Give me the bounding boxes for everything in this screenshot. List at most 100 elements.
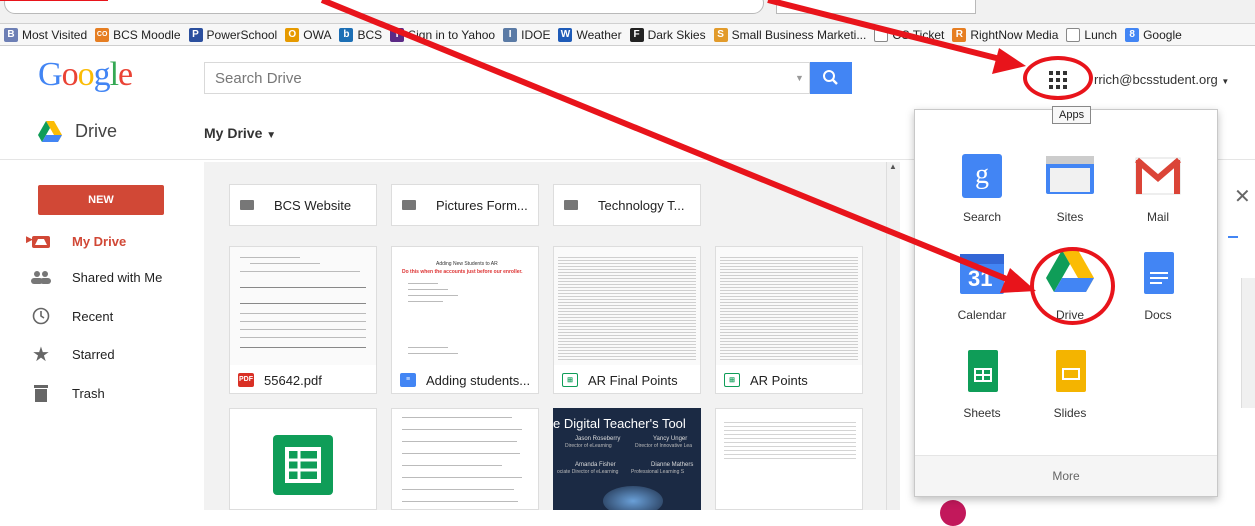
bookmark-google[interactable]: 8 Google [1125,27,1182,42]
bookmark-icon: CO [95,27,110,42]
sidebar-item-label: Shared with Me [72,269,163,285]
sidebar-item-starred[interactable]: ★ Starred [30,343,115,366]
bookmark-label: Small Business Marketi... [731,27,867,42]
location-dropdown[interactable]: My Drive ▼ [204,125,276,141]
sidebar-item-recent[interactable]: Recent [30,305,113,327]
bookmark-icon: S [713,27,728,42]
more-apps-button[interactable]: More [915,455,1217,496]
file-name: AR Final Points [588,372,678,388]
people-icon [30,270,52,284]
apps-tooltip: Apps [1052,106,1092,124]
bookmark-label: Sign in to Yahoo [408,27,496,42]
file-card[interactable]: Adding New Students to AR Do this when t… [391,246,539,394]
bookmarks-bar: B Most Visited CO BCS Moodle P PowerSchool … [0,24,1255,46]
slide-title: e Digital Teacher's Tool [553,416,686,431]
file-card[interactable]: ⊞ AR Final Points [553,246,701,394]
search-icon [823,70,838,85]
app-label: Slides [1053,406,1087,420]
bookmark-label: RightNow Media [970,27,1059,42]
browser-search-box[interactable] [776,0,976,14]
search-input[interactable]: Search Drive ▼ [204,62,810,94]
bookmark-bcs[interactable]: b BCS [339,27,383,42]
file-name-row: ⊞ AR Points [724,367,808,393]
slides-icon [1046,348,1094,396]
app-sheets[interactable]: Sheets [933,336,1031,434]
bookmark-powerschool[interactable]: P PowerSchool [188,27,278,42]
app-slides[interactable]: Slides [1021,336,1119,434]
file-card[interactable] [229,408,377,510]
folder-item[interactable]: Technology T... [553,184,701,226]
address-bar[interactable] [4,0,764,14]
app-label: Sites [1056,210,1084,224]
slide-person: Yancy Unger [653,436,688,442]
sites-icon [1046,152,1094,200]
bookmark-bcs-moodle[interactable]: CO BCS Moodle [95,27,181,42]
file-card[interactable]: PDF 55642.pdf [229,246,377,394]
search-options-icon[interactable]: ▼ [795,73,804,83]
sidebar-item-shared[interactable]: Shared with Me [30,266,162,288]
file-card[interactable]: e Digital Teacher's Tool Jason Roseberry… [553,408,701,510]
folder-name: Technology T... [598,197,685,213]
folder-icon [402,200,416,210]
file-card[interactable]: ⊞ AR Points [715,246,863,394]
folder-icon [564,200,578,210]
folder-item[interactable]: Pictures Form... [391,184,539,226]
bookmark-os-ticket[interactable]: OS Ticket [874,27,945,42]
file-thumbnail [716,247,862,365]
search-button[interactable] [810,62,852,94]
bookmark-rightnow-media[interactable]: R RightNow Media [952,27,1059,42]
arrowhead-apps [992,48,1026,74]
sidebar-item-my-drive[interactable]: My Drive [30,230,126,252]
google-logo[interactable]: Google [38,56,133,94]
bookmark-icon: O [285,27,300,42]
app-mail[interactable]: Mail [1109,140,1207,238]
sidebar-item-trash[interactable]: Trash [30,382,105,404]
bookmark-icon: I [503,27,518,42]
bookmark-label: PowerSchool [206,27,278,42]
drive-logo-icon[interactable] [38,121,62,148]
app-label: Search [962,210,1002,224]
bookmark-weather[interactable]: W Weather [558,27,622,42]
app-label: Sheets [963,406,1001,420]
chevron-down-icon: ▼ [1221,77,1230,86]
folder-item[interactable]: BCS Website [229,184,377,226]
close-icon[interactable]: ✕ [1234,184,1251,209]
folder-name: Pictures Form... [436,197,528,213]
bookmark-label: BCS Moodle [113,27,181,42]
slide-role: Director of Innovative Lea [635,443,692,449]
avatar [940,500,966,526]
bookmark-lunch[interactable]: Lunch [1066,27,1117,42]
file-name: Adding students... [426,372,531,388]
bookmark-yahoo[interactable]: Y Sign in to Yahoo [390,27,496,42]
new-button[interactable]: NEW [38,185,164,215]
app-calendar[interactable]: 31 Calendar [933,238,1031,336]
location-label: My Drive [204,125,263,141]
bookmark-idoe[interactable]: I IDOE [503,27,550,42]
bookmark-small-business[interactable]: S Small Business Marketi... [713,27,867,42]
slide-role: Director of eLearning [565,443,612,449]
app-sites[interactable]: Sites [1021,140,1119,238]
bookmark-label: OS Ticket [892,27,945,42]
bookmark-label: Weather [576,27,622,42]
app-label: Mail [1146,210,1169,224]
bookmark-icon: R [952,27,967,42]
tab-underline [1228,236,1238,238]
sheets-file-icon: ⊞ [562,373,578,387]
bookmark-label: BCS [357,27,383,42]
account-menu[interactable]: rrich@bcsstudent.org ▼ [1094,72,1229,87]
google-search-icon: g [958,152,1006,200]
file-card[interactable] [391,408,539,510]
gmail-icon [1134,152,1182,200]
scroll-up-arrow-icon[interactable]: ▲ [886,162,900,176]
bookmark-icon: W [558,27,573,42]
file-card[interactable] [715,408,863,510]
scrollbar[interactable] [886,162,900,510]
scrollbar[interactable] [1241,278,1255,408]
bookmark-dark-skies[interactable]: F Dark Skies [629,27,706,42]
bookmark-owa[interactable]: O OWA [285,27,331,42]
app-docs[interactable]: Docs [1109,238,1207,336]
file-name: 55642.pdf [264,372,322,388]
bookmark-most-visited[interactable]: B Most Visited [4,27,87,42]
app-search[interactable]: g Search [933,140,1031,238]
sidebar-item-label: My Drive [72,233,127,249]
